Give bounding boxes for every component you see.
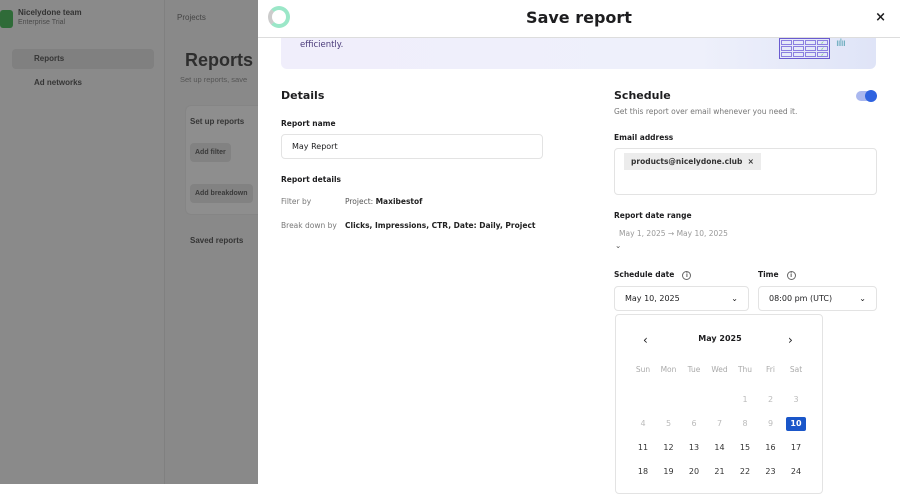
breakdown-value: Clicks, Impressions, CTR, Date: Daily, P… — [345, 221, 536, 230]
weekday-label: Thu — [737, 365, 753, 374]
calendar-day: 5 — [665, 419, 672, 428]
modal-header: Save report × — [258, 0, 900, 38]
calendar-day: 1 — [742, 395, 748, 404]
calendar-day[interactable]: 14 — [710, 441, 730, 455]
add-breakdown-button[interactable]: Add breakdown — [190, 184, 253, 203]
calendar-day[interactable]: 23 — [761, 465, 781, 479]
weekday-label: Mon — [660, 365, 677, 374]
bar-chart-icon: ıılıı — [836, 38, 846, 49]
add-filter-button[interactable]: Add filter — [190, 143, 231, 162]
calendar-day[interactable]: 24 — [786, 465, 806, 479]
calendar-day[interactable]: 15 — [735, 441, 755, 455]
schedule-description: Get this report over email whenever you … — [614, 107, 798, 116]
calendar-day[interactable]: 20 — [684, 465, 704, 479]
sidebar-item-ad-networks[interactable]: Ad networks — [12, 73, 154, 93]
calendar-day: 4 — [640, 419, 646, 428]
projects-dropdown[interactable]: Projects — [177, 13, 206, 22]
calendar-day: 3 — [793, 395, 799, 404]
weekday-label: Wed — [711, 365, 728, 374]
chevron-down-icon: ⌄ — [731, 294, 738, 303]
modal-title: Save report — [526, 8, 632, 27]
schedule-date-value: May 10, 2025 — [625, 294, 680, 303]
calendar-day[interactable]: 19 — [659, 465, 679, 479]
page-title: Reports — [185, 50, 254, 70]
report-name-input[interactable]: May Report — [281, 134, 543, 159]
email-chip-text: products@nicelydone.club — [631, 157, 743, 166]
next-month-button[interactable]: › — [788, 333, 793, 347]
calendar-day[interactable]: 18 — [633, 465, 653, 479]
schedule-date-label-text: Schedule date — [614, 270, 675, 279]
info-icon[interactable]: i — [682, 270, 692, 280]
schedule-toggle[interactable] — [856, 90, 877, 102]
date-picker-calendar: ‹ May 2025 › Sun Mon Tue Wed Thu Fri Sat 1 2 3 4 5 6… — [615, 314, 823, 494]
setup-title: Set up reports — [190, 117, 245, 126]
remove-email-icon[interactable]: × — [748, 157, 754, 166]
chevron-down-icon[interactable]: ⌄ — [615, 241, 621, 250]
filter-project: Maxibestof — [375, 197, 423, 206]
filter-value: Project: Maxibestof — [345, 197, 422, 206]
weekday-label: Sat — [789, 365, 803, 374]
calendar-day[interactable]: 11 — [633, 441, 653, 455]
email-label: Email address — [614, 133, 674, 142]
schedule-date-label: Schedule date i — [614, 270, 692, 280]
team-logo — [0, 10, 13, 28]
saved-reports-heading: Saved reports — [190, 236, 244, 245]
calendar-day[interactable]: 13 — [684, 441, 704, 455]
page-subtitle: Set up reports, save — [180, 75, 248, 84]
calendar-day: 6 — [691, 419, 697, 428]
time-label-text: Time — [758, 270, 779, 279]
weekday-label: Sun — [635, 365, 651, 374]
breakdown-label: Break down by — [281, 221, 337, 230]
calendar-day: 9 — [767, 419, 774, 428]
table-illustration-icon: ✓ ✓ ✓ — [779, 38, 830, 59]
time-label: Time i — [758, 270, 796, 280]
team-plan: Enterprise Trial — [18, 19, 66, 26]
schedule-heading: Schedule — [614, 89, 671, 102]
weekday-label: Tue — [687, 365, 701, 374]
time-select[interactable]: 08:00 pm (UTC) ⌄ — [758, 286, 877, 311]
filter-label: Filter by — [281, 197, 312, 206]
close-icon[interactable]: × — [875, 10, 886, 25]
report-name-value: May Report — [292, 142, 338, 151]
calendar-day[interactable]: 17 — [786, 441, 806, 455]
calendar-day[interactable]: 10 — [786, 417, 806, 431]
filter-prefix: Project: — [345, 197, 374, 206]
email-chip: products@nicelydone.club × — [624, 153, 761, 170]
banner-text: efficiently. — [300, 40, 344, 50]
dimmed-background-app[interactable]: Nicelydone team Enterprise Trial Reports… — [0, 0, 258, 484]
date-range-value[interactable]: May 1, 2025 → May 10, 2025 — [619, 229, 728, 238]
calendar-day: 8 — [742, 419, 748, 428]
calendar-day: 2 — [767, 395, 774, 404]
details-heading: Details — [281, 89, 325, 102]
calendar-day[interactable]: 12 — [659, 441, 679, 455]
report-name-label: Report name — [281, 119, 336, 128]
weekday-label: Fri — [766, 365, 775, 374]
report-details-label: Report details — [281, 175, 341, 184]
info-icon[interactable]: i — [786, 270, 796, 280]
calendar-day[interactable]: 16 — [761, 441, 781, 455]
save-report-modal: efficiently. ✓ ✓ ✓ ıılıı Save report × Det… — [258, 0, 900, 494]
schedule-date-select[interactable]: May 10, 2025 ⌄ — [614, 286, 749, 311]
team-name: Nicelydone team — [18, 8, 82, 17]
calendar-day[interactable]: 21 — [710, 465, 730, 479]
time-value: 08:00 pm (UTC) — [769, 294, 833, 303]
calendar-day: 7 — [716, 419, 723, 428]
calendar-day[interactable]: 22 — [735, 465, 755, 479]
chevron-down-icon: ⌄ — [859, 294, 866, 303]
sidebar-item-reports[interactable]: Reports — [12, 49, 154, 69]
date-range-label: Report date range — [614, 211, 692, 220]
